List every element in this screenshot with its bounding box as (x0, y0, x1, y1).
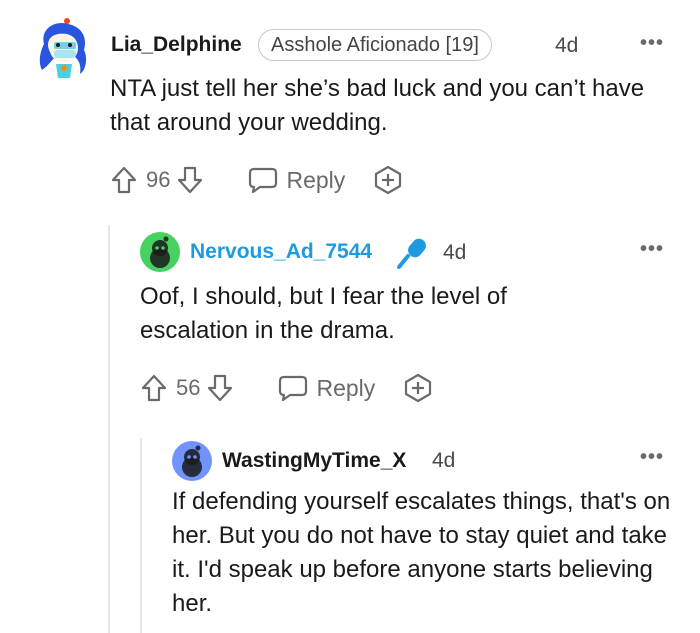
downvote-arrow-icon (208, 374, 233, 402)
comment-body: Oof, I should, but I fear the level of e… (140, 283, 507, 344)
more-options-button[interactable]: ••• (640, 446, 664, 469)
downvote-arrow-icon (178, 166, 203, 194)
comment-body: If defending yourself escalates things, … (172, 488, 671, 617)
microphone-icon (396, 236, 430, 275)
vote-count: 96 (146, 167, 171, 192)
comment-age: 4d (432, 449, 456, 472)
comment-body: NTA just tell her she’s bad luck and you… (110, 75, 645, 136)
award-icon (405, 373, 432, 403)
comment-age: 4d (555, 34, 579, 57)
award-button[interactable] (373, 165, 403, 195)
username[interactable]: Nervous_Ad_7544 (190, 240, 372, 264)
user-flair: Asshole Aficionado [19] (258, 29, 492, 61)
avatar-lia[interactable] (36, 18, 92, 78)
upvote-button[interactable] (110, 165, 138, 195)
thread-line-1[interactable] (108, 225, 110, 633)
snoo-avatar-icon (182, 445, 202, 477)
reply-label: Reply (286, 166, 346, 193)
comment-actions: 96 Reply (110, 163, 403, 197)
reply-label: Reply (316, 374, 376, 401)
award-button[interactable] (403, 373, 433, 403)
comment-bubble-icon (279, 375, 308, 402)
avatar-lia-icon (39, 18, 87, 78)
reply-button[interactable]: Reply (248, 166, 345, 194)
vote-count: 56 (176, 375, 201, 400)
downvote-button[interactable] (206, 373, 234, 403)
award-icon (375, 165, 402, 195)
username[interactable]: WastingMyTime_X (222, 449, 406, 473)
username[interactable]: Lia_Delphine (111, 33, 242, 57)
more-options-button[interactable]: ••• (640, 238, 664, 261)
downvote-button[interactable] (176, 165, 204, 195)
more-options-button[interactable]: ••• (640, 32, 664, 55)
upvote-button[interactable] (140, 373, 168, 403)
snoo-avatar-icon (150, 236, 170, 268)
thread-line-2[interactable] (140, 438, 142, 633)
comment-actions: 56 Reply (140, 371, 433, 405)
reply-button[interactable]: Reply (278, 374, 375, 402)
upvote-arrow-icon (141, 374, 167, 402)
avatar-wasting[interactable] (172, 441, 212, 481)
upvote-arrow-icon (111, 166, 137, 194)
comment-age: 4d (443, 241, 467, 264)
comment-bubble-icon (249, 167, 278, 194)
avatar-nervous[interactable] (140, 232, 180, 272)
